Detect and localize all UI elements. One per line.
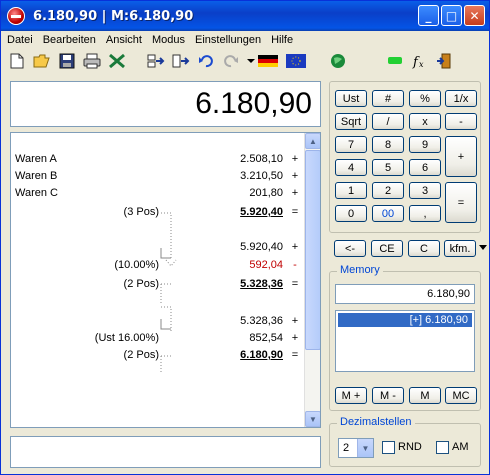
decimals-title: Dezimalstellen xyxy=(337,416,415,428)
tape-scrollbar[interactable]: ▲ ▼ xyxy=(304,133,320,427)
export-icon[interactable] xyxy=(171,51,191,71)
clear-entry-button[interactable]: CE xyxy=(371,240,403,257)
import-icon[interactable] xyxy=(146,51,166,71)
kfm-mode-button[interactable]: kfm. xyxy=(444,240,476,257)
equals-button[interactable]: = xyxy=(445,182,477,223)
decimals-value: 2 xyxy=(343,442,350,454)
memory-plus-button[interactable]: M + xyxy=(335,387,367,404)
decimals-select[interactable]: 2 ▼ xyxy=(338,438,374,458)
ust-button[interactable]: Ust xyxy=(335,90,367,107)
percent-button[interactable]: % xyxy=(409,90,441,107)
am-checkbox[interactable] xyxy=(436,441,449,454)
menu-bar: Datei Bearbeiten Ansicht Modus Einstellu… xyxy=(1,31,489,49)
double-zero-button[interactable]: 00 xyxy=(372,205,404,222)
digit-2-button[interactable]: 2 xyxy=(372,182,404,199)
close-button[interactable]: ✕ xyxy=(464,5,485,26)
memory-clear-button[interactable]: MC xyxy=(445,387,477,404)
menu-bearbeiten[interactable]: Bearbeiten xyxy=(43,34,96,46)
comma-button[interactable]: , xyxy=(409,205,441,222)
open-folder-icon[interactable] xyxy=(32,51,52,71)
tape-row: (Ust 16.00%) 852,54 + xyxy=(94,332,299,344)
undo-icon[interactable] xyxy=(196,51,216,71)
backspace-button[interactable]: <- xyxy=(334,240,366,257)
chevron-down-icon[interactable]: ▼ xyxy=(357,439,373,457)
digit-4-button[interactable]: 4 xyxy=(335,159,367,176)
web-globe-icon[interactable] xyxy=(328,51,348,71)
keypad: Ust # % 1/x Sqrt / x - 7 8 9 + 4 5 6 1 2… xyxy=(329,81,481,233)
scroll-down-arrow-icon[interactable]: ▼ xyxy=(305,411,320,427)
window-title: 6.180,90 | M:6.180,90 xyxy=(33,8,194,24)
tape-row: 5.920,40 + xyxy=(240,241,299,253)
toolbar: fx xyxy=(1,49,489,73)
exit-door-icon[interactable] xyxy=(435,51,455,71)
plus-button[interactable]: + xyxy=(445,136,477,177)
am-label: AM xyxy=(452,441,469,453)
menu-einstellungen[interactable]: Einstellungen xyxy=(195,34,261,46)
title-bar[interactable]: 6.180,90 | M:6.180,90 _ □ ✕ xyxy=(1,1,489,31)
calculator-window: 6.180,90 | M:6.180,90 _ □ ✕ Datei Bearbe… xyxy=(0,0,490,475)
tape-row: (10.00%) 592,04 - xyxy=(114,259,297,271)
print-icon[interactable] xyxy=(82,51,102,71)
menu-modus[interactable]: Modus xyxy=(152,34,185,46)
comment-input[interactable] xyxy=(10,436,321,468)
digit-0-button[interactable]: 0 xyxy=(335,205,367,222)
sqrt-button[interactable]: Sqrt xyxy=(335,113,367,130)
tape-row: Waren C 201,80 + xyxy=(15,187,299,199)
redo-icon[interactable] xyxy=(221,51,241,71)
tape-list[interactable]: Waren A 2.508,10 + Waren B 3.210,50 + Wa… xyxy=(10,132,321,428)
menu-ansicht[interactable]: Ansicht xyxy=(106,34,142,46)
menu-hilfe[interactable]: Hilfe xyxy=(271,34,293,46)
digit-9-button[interactable]: 9 xyxy=(409,136,441,153)
main-display: 6.180,90 xyxy=(10,81,321,127)
tape-row-subtotal: (3 Pos) 5.920,40 = xyxy=(123,206,299,218)
memory-group: Memory 6.180,90 [+] 6.180,90 M + M - M M… xyxy=(329,264,481,411)
divide-button[interactable]: / xyxy=(372,113,404,130)
memory-minus-button[interactable]: M - xyxy=(372,387,404,404)
new-file-icon[interactable] xyxy=(7,51,27,71)
tape-row: Waren B 3.210,50 + xyxy=(15,170,299,182)
app-icon[interactable] xyxy=(7,7,25,25)
reciprocal-button[interactable]: 1/x xyxy=(445,90,477,107)
tape-row-subtotal: (2 Pos) 5.328,36 = xyxy=(123,278,299,290)
rnd-label: RND xyxy=(398,441,422,453)
memory-recall-button[interactable]: M xyxy=(409,387,441,404)
scroll-thumb[interactable] xyxy=(305,150,320,350)
status-led-icon xyxy=(385,51,405,71)
rnd-checkbox[interactable] xyxy=(382,441,395,454)
digit-1-button[interactable]: 1 xyxy=(335,182,367,199)
digit-3-button[interactable]: 3 xyxy=(409,182,441,199)
multiply-button[interactable]: x xyxy=(409,113,441,130)
function-icon[interactable]: fx xyxy=(410,51,430,71)
clear-button[interactable]: C xyxy=(408,240,440,257)
digit-6-button[interactable]: 6 xyxy=(409,159,441,176)
memory-list-item[interactable]: [+] 6.180,90 xyxy=(338,313,472,327)
tape-row: 5.328,36 + xyxy=(240,315,299,327)
excel-export-icon[interactable] xyxy=(107,51,127,71)
minimize-button[interactable]: _ xyxy=(418,5,439,26)
digit-5-button[interactable]: 5 xyxy=(372,159,404,176)
control-row: <- CE C kfm. xyxy=(329,237,487,261)
language-dropdown[interactable] xyxy=(246,51,280,71)
svg-text:x: x xyxy=(419,60,424,69)
hash-button[interactable]: # xyxy=(372,90,404,107)
maximize-button[interactable]: □ xyxy=(441,5,462,26)
minus-button[interactable]: - xyxy=(445,113,477,130)
memory-list[interactable]: [+] 6.180,90 xyxy=(335,310,475,372)
memory-title: Memory xyxy=(337,264,383,276)
tape-row-total: (2 Pos) 6.180,90 = xyxy=(123,349,299,361)
scroll-up-arrow-icon[interactable]: ▲ xyxy=(305,133,320,149)
eu-flag-icon[interactable] xyxy=(285,51,307,71)
menu-datei[interactable]: Datei xyxy=(7,34,33,46)
save-icon[interactable] xyxy=(57,51,77,71)
tape-row: Waren A 2.508,10 + xyxy=(15,153,299,165)
digit-8-button[interactable]: 8 xyxy=(372,136,404,153)
decimals-group: Dezimalstellen 2 ▼ RND AM xyxy=(329,416,481,467)
kfm-dropdown-arrow-icon[interactable] xyxy=(479,245,487,250)
digit-7-button[interactable]: 7 xyxy=(335,136,367,153)
memory-value-field[interactable]: 6.180,90 xyxy=(335,284,475,304)
